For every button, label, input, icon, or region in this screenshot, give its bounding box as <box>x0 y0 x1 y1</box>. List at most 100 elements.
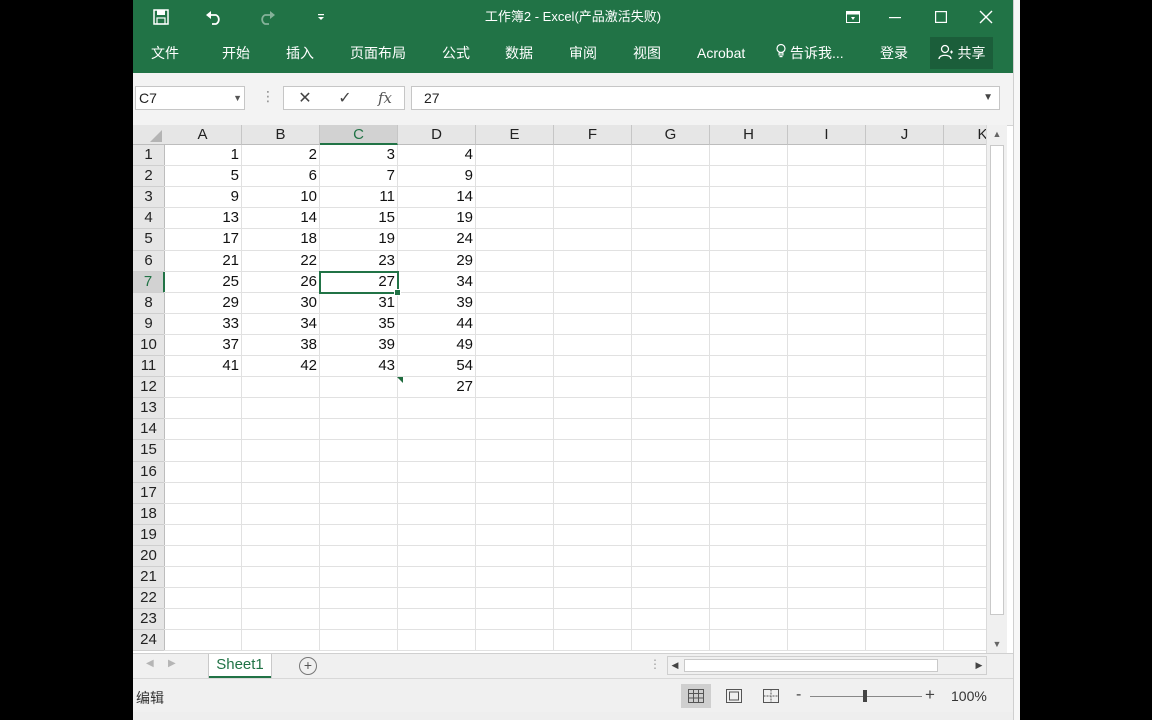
column-header[interactable]: G <box>632 125 710 145</box>
page-break-view-icon[interactable] <box>756 684 786 708</box>
cell-F21[interactable] <box>554 567 632 588</box>
cell-B24[interactable] <box>242 630 320 651</box>
cell-K4[interactable] <box>944 208 986 229</box>
add-sheet-icon[interactable]: + <box>299 657 317 675</box>
scroll-left-icon[interactable]: ◀ <box>668 658 682 673</box>
cell-G19[interactable] <box>632 525 710 546</box>
row-header[interactable]: 19 <box>133 525 165 546</box>
cell-J20[interactable] <box>866 546 944 567</box>
drag-handle-icon[interactable]: ⋮ <box>261 88 275 105</box>
cell-J10[interactable] <box>866 335 944 356</box>
tab-file[interactable]: 文件 <box>151 33 179 73</box>
cell-C17[interactable] <box>320 483 398 504</box>
cell-C24[interactable] <box>320 630 398 651</box>
cell-H24[interactable] <box>710 630 788 651</box>
cell-H8[interactable] <box>710 293 788 314</box>
cell-I20[interactable] <box>788 546 866 567</box>
cell-J22[interactable] <box>866 588 944 609</box>
column-header[interactable]: J <box>866 125 944 145</box>
column-header[interactable]: F <box>554 125 632 145</box>
cell-D6[interactable]: 29 <box>398 251 476 272</box>
cell-K1[interactable] <box>944 145 986 166</box>
cell-F3[interactable] <box>554 187 632 208</box>
close-icon[interactable] <box>964 0 1008 33</box>
cell-E20[interactable] <box>476 546 554 567</box>
row-header[interactable]: 1 <box>133 145 165 166</box>
cell-K23[interactable] <box>944 609 986 630</box>
cell-G7[interactable] <box>632 272 710 293</box>
cell-K20[interactable] <box>944 546 986 567</box>
cell-A4[interactable]: 13 <box>164 208 242 229</box>
cell-J11[interactable] <box>866 356 944 377</box>
tab-view[interactable]: 视图 <box>633 33 661 73</box>
cell-B18[interactable] <box>242 504 320 525</box>
cell-K18[interactable] <box>944 504 986 525</box>
cell-J9[interactable] <box>866 314 944 335</box>
normal-view-icon[interactable] <box>681 684 711 708</box>
cell-E16[interactable] <box>476 462 554 483</box>
cell-H10[interactable] <box>710 335 788 356</box>
cell-F19[interactable] <box>554 525 632 546</box>
cell-B2[interactable]: 6 <box>242 166 320 187</box>
cell-I11[interactable] <box>788 356 866 377</box>
cell-A15[interactable] <box>164 440 242 462</box>
cell-J2[interactable] <box>866 166 944 187</box>
cell-E14[interactable] <box>476 419 554 440</box>
cell-E11[interactable] <box>476 356 554 377</box>
cell-E24[interactable] <box>476 630 554 651</box>
cell-K7[interactable] <box>944 272 986 293</box>
active-cell-border[interactable] <box>319 271 401 296</box>
row-header[interactable]: 24 <box>133 630 165 651</box>
column-header[interactable]: B <box>242 125 320 145</box>
cell-C4[interactable]: 15 <box>320 208 398 229</box>
fill-handle[interactable] <box>394 289 401 296</box>
cell-C22[interactable] <box>320 588 398 609</box>
cell-D21[interactable] <box>398 567 476 588</box>
cell-F11[interactable] <box>554 356 632 377</box>
cell-E10[interactable] <box>476 335 554 356</box>
cell-A12[interactable] <box>164 377 242 398</box>
cell-D12[interactable]: 27 <box>398 377 476 398</box>
cell-G11[interactable] <box>632 356 710 377</box>
cell-D23[interactable] <box>398 609 476 630</box>
formula-input[interactable]: 27 ▼ <box>411 86 1000 110</box>
cell-K15[interactable] <box>944 440 986 462</box>
cell-G23[interactable] <box>632 609 710 630</box>
cell-D14[interactable] <box>398 419 476 440</box>
chevron-down-icon[interactable]: ▼ <box>233 87 242 109</box>
cell-C20[interactable] <box>320 546 398 567</box>
cell-K17[interactable] <box>944 483 986 504</box>
cell-K2[interactable] <box>944 166 986 187</box>
cell-A11[interactable]: 41 <box>164 356 242 377</box>
cell-F9[interactable] <box>554 314 632 335</box>
cell-G18[interactable] <box>632 504 710 525</box>
cell-A2[interactable]: 5 <box>164 166 242 187</box>
cell-G1[interactable] <box>632 145 710 166</box>
tell-me-search[interactable]: 告诉我... <box>776 33 844 73</box>
cell-K3[interactable] <box>944 187 986 208</box>
cell-I8[interactable] <box>788 293 866 314</box>
cell-A10[interactable]: 37 <box>164 335 242 356</box>
vertical-scroll-thumb[interactable] <box>990 145 1004 615</box>
cell-B13[interactable] <box>242 398 320 419</box>
cell-B9[interactable]: 34 <box>242 314 320 335</box>
cell-G10[interactable] <box>632 335 710 356</box>
cell-F1[interactable] <box>554 145 632 166</box>
cell-F22[interactable] <box>554 588 632 609</box>
cell-D16[interactable] <box>398 462 476 483</box>
row-header[interactable]: 22 <box>133 588 165 609</box>
cell-E6[interactable] <box>476 251 554 272</box>
cell-K5[interactable] <box>944 229 986 251</box>
tab-acrobat[interactable]: Acrobat <box>697 33 745 73</box>
cell-K10[interactable] <box>944 335 986 356</box>
cell-K9[interactable] <box>944 314 986 335</box>
column-header[interactable]: C <box>320 125 398 145</box>
cell-H22[interactable] <box>710 588 788 609</box>
cell-H20[interactable] <box>710 546 788 567</box>
row-header[interactable]: 9 <box>133 314 165 335</box>
cell-C10[interactable]: 39 <box>320 335 398 356</box>
cell-C2[interactable]: 7 <box>320 166 398 187</box>
tab-data[interactable]: 数据 <box>505 33 533 73</box>
cancel-icon[interactable]: ✕ <box>286 87 324 109</box>
cell-J21[interactable] <box>866 567 944 588</box>
